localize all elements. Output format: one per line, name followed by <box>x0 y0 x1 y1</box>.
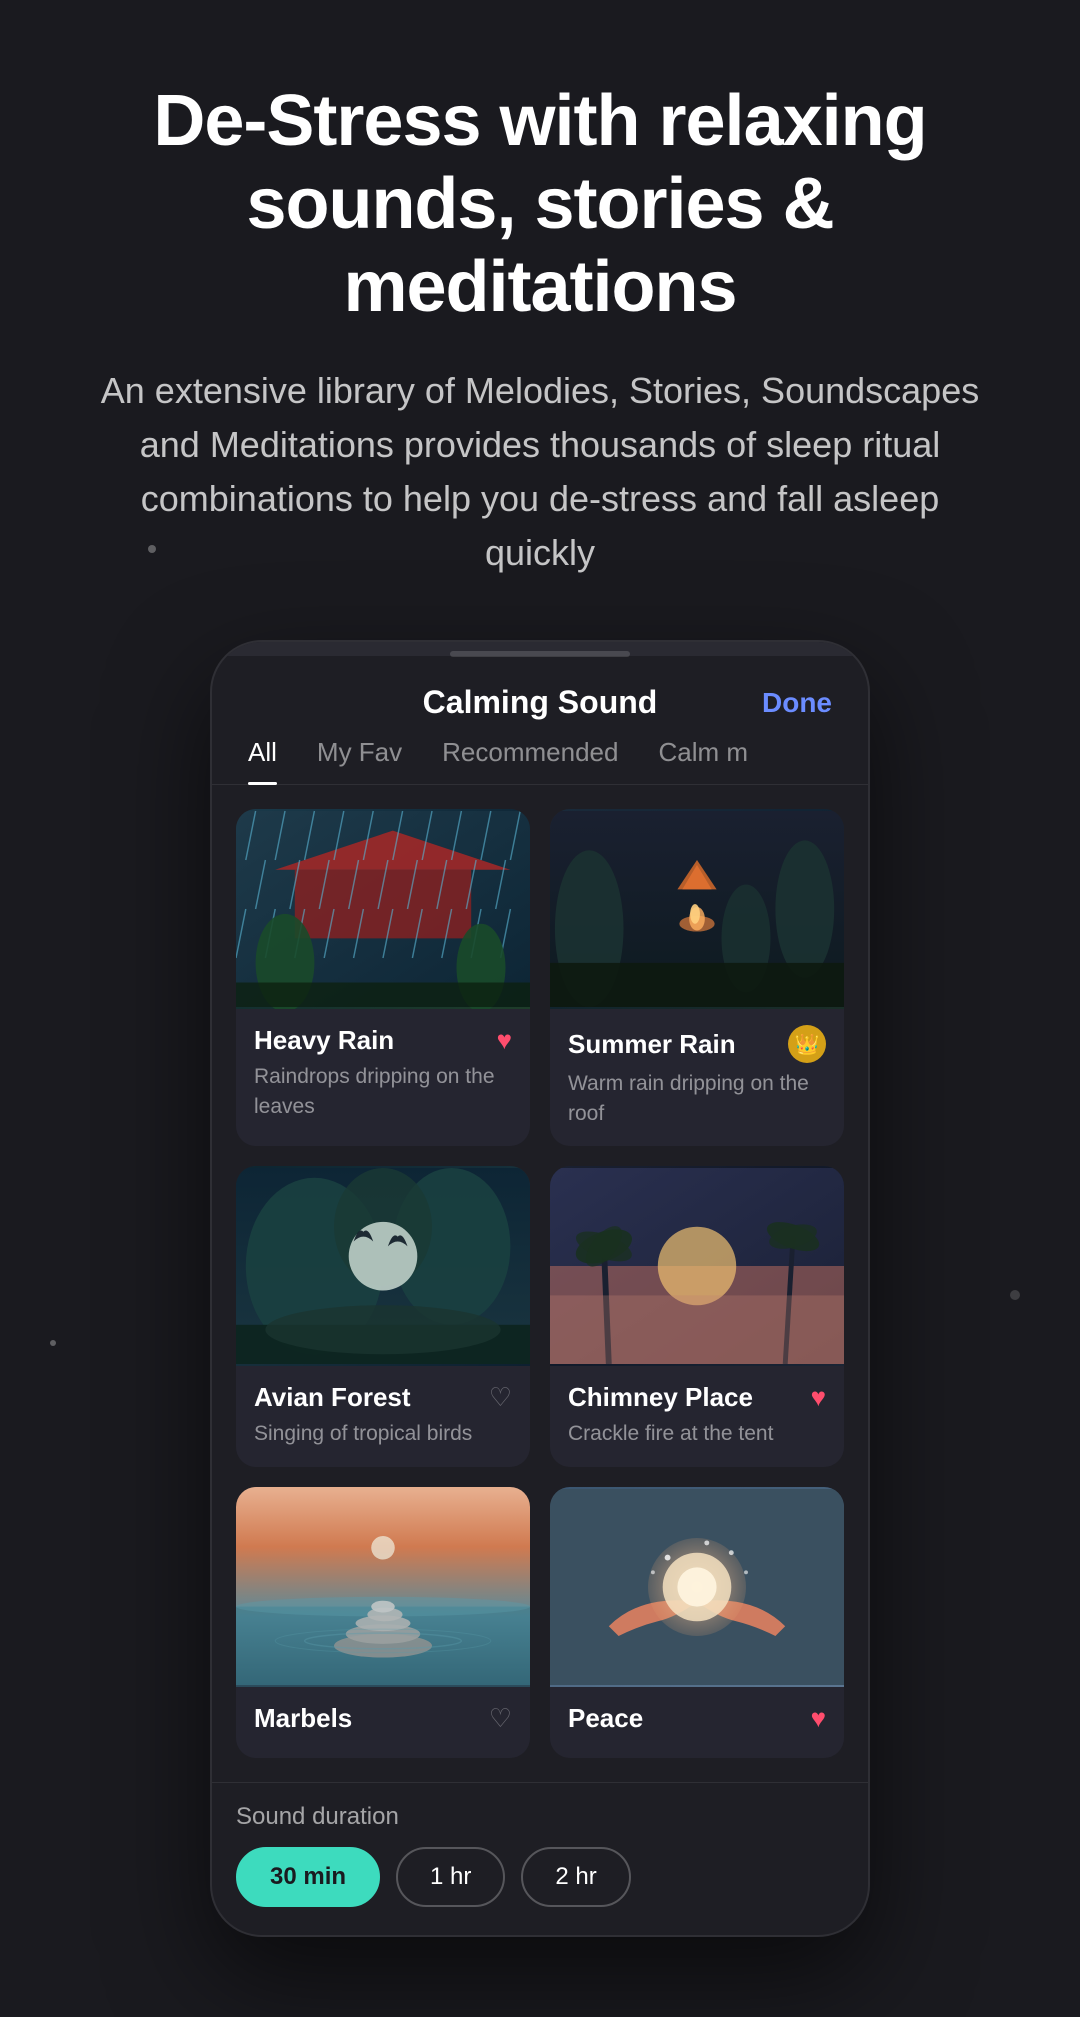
subtitle: An extensive library of Melodies, Storie… <box>90 364 990 580</box>
app-header: Calming Sound Done <box>212 656 868 737</box>
sound-desc-sr: Warm rain dripping on the roof <box>568 1069 826 1128</box>
sound-image-chimney <box>550 1166 844 1366</box>
sound-image-marbels <box>236 1487 530 1687</box>
crown-badge-sr: 👑 <box>788 1025 826 1063</box>
sound-name-cp: Chimney Place <box>568 1382 753 1413</box>
main-title: De-Stress with relaxing sounds, stories … <box>90 80 990 328</box>
header-section: De-Stress with relaxing sounds, stories … <box>90 80 990 580</box>
sound-desc: Raindrops dripping on the leaves <box>254 1062 512 1121</box>
phone-top-bar <box>212 642 868 656</box>
sound-card-marbels[interactable]: Marbels ♡ <box>236 1487 530 1758</box>
duration-1hr[interactable]: 1 hr <box>396 1847 505 1907</box>
duration-buttons: 30 min 1 hr 2 hr <box>236 1847 844 1907</box>
sound-name-row-cp: Chimney Place ♥ <box>568 1382 826 1413</box>
sound-image-summer-rain <box>550 809 844 1009</box>
sound-info-summer-rain: Summer Rain 👑 Warm rain dripping on the … <box>550 1009 844 1146</box>
heart-icon-chimney[interactable]: ♥ <box>811 1382 826 1413</box>
tab-myfav[interactable]: My Fav <box>317 737 402 784</box>
heart-icon-heavy-rain[interactable]: ♥ <box>497 1025 512 1056</box>
sound-name-row: Heavy Rain ♥ <box>254 1025 512 1056</box>
heart-icon-avian[interactable]: ♡ <box>489 1382 512 1413</box>
duration-label: Sound duration <box>236 1803 844 1831</box>
sound-card-chimney-place[interactable]: Chimney Place ♥ Crackle fire at the tent <box>550 1166 844 1466</box>
heart-icon-marbels[interactable]: ♡ <box>489 1703 512 1734</box>
app-title: Calming Sound <box>423 684 658 721</box>
duration-2hr[interactable]: 2 hr <box>521 1847 630 1907</box>
sound-card-avian-forest[interactable]: Avian Forest ♡ Singing of tropical birds <box>236 1166 530 1466</box>
star-decoration <box>50 1340 56 1346</box>
sound-card-heavy-rain[interactable]: Heavy Rain ♥ Raindrops dripping on the l… <box>236 809 530 1146</box>
sound-name-af: Avian Forest <box>254 1382 411 1413</box>
sound-image-peace <box>550 1487 844 1687</box>
star-decoration <box>148 545 156 553</box>
duration-section: Sound duration 30 min 1 hr 2 hr <box>212 1782 868 1935</box>
sound-info-heavy-rain: Heavy Rain ♥ Raindrops dripping on the l… <box>236 1009 530 1139</box>
phone-mockup: Calming Sound Done All My Fav Recommende… <box>210 640 870 1936</box>
sound-info-peace: Peace ♥ <box>550 1687 844 1758</box>
star-decoration <box>1010 1290 1020 1300</box>
tabs-bar: All My Fav Recommended Calm m <box>212 737 868 785</box>
sound-desc-cp: Crackle fire at the tent <box>568 1419 826 1448</box>
sound-name-row-mb: Marbels ♡ <box>254 1703 512 1734</box>
sound-name-row-pc: Peace ♥ <box>568 1703 826 1734</box>
sound-name-pc: Peace <box>568 1703 643 1734</box>
sound-name: Heavy Rain <box>254 1025 394 1056</box>
done-button[interactable]: Done <box>762 687 832 719</box>
sound-card-peace[interactable]: Peace ♥ <box>550 1487 844 1758</box>
sound-name-row-sr: Summer Rain 👑 <box>568 1025 826 1063</box>
sound-info-marbels: Marbels ♡ <box>236 1687 530 1758</box>
sound-info-avian-forest: Avian Forest ♡ Singing of tropical birds <box>236 1366 530 1466</box>
sound-name-sr: Summer Rain <box>568 1029 736 1060</box>
sound-name-row-af: Avian Forest ♡ <box>254 1382 512 1413</box>
app-content: Calming Sound Done All My Fav Recommende… <box>212 656 868 1934</box>
heart-icon-peace[interactable]: ♥ <box>811 1703 826 1734</box>
sound-desc-af: Singing of tropical birds <box>254 1419 512 1448</box>
sound-image-heavy-rain <box>236 809 530 1009</box>
sound-card-summer-rain[interactable]: Summer Rain 👑 Warm rain dripping on the … <box>550 809 844 1146</box>
sound-grid: Heavy Rain ♥ Raindrops dripping on the l… <box>212 785 868 1781</box>
duration-30min[interactable]: 30 min <box>236 1847 380 1907</box>
tab-all[interactable]: All <box>248 737 277 784</box>
tab-recommended[interactable]: Recommended <box>442 737 618 784</box>
sound-name-mb: Marbels <box>254 1703 352 1734</box>
tab-calmm[interactable]: Calm m <box>658 737 748 784</box>
sound-info-chimney: Chimney Place ♥ Crackle fire at the tent <box>550 1366 844 1466</box>
sound-image-avian-forest <box>236 1166 530 1366</box>
